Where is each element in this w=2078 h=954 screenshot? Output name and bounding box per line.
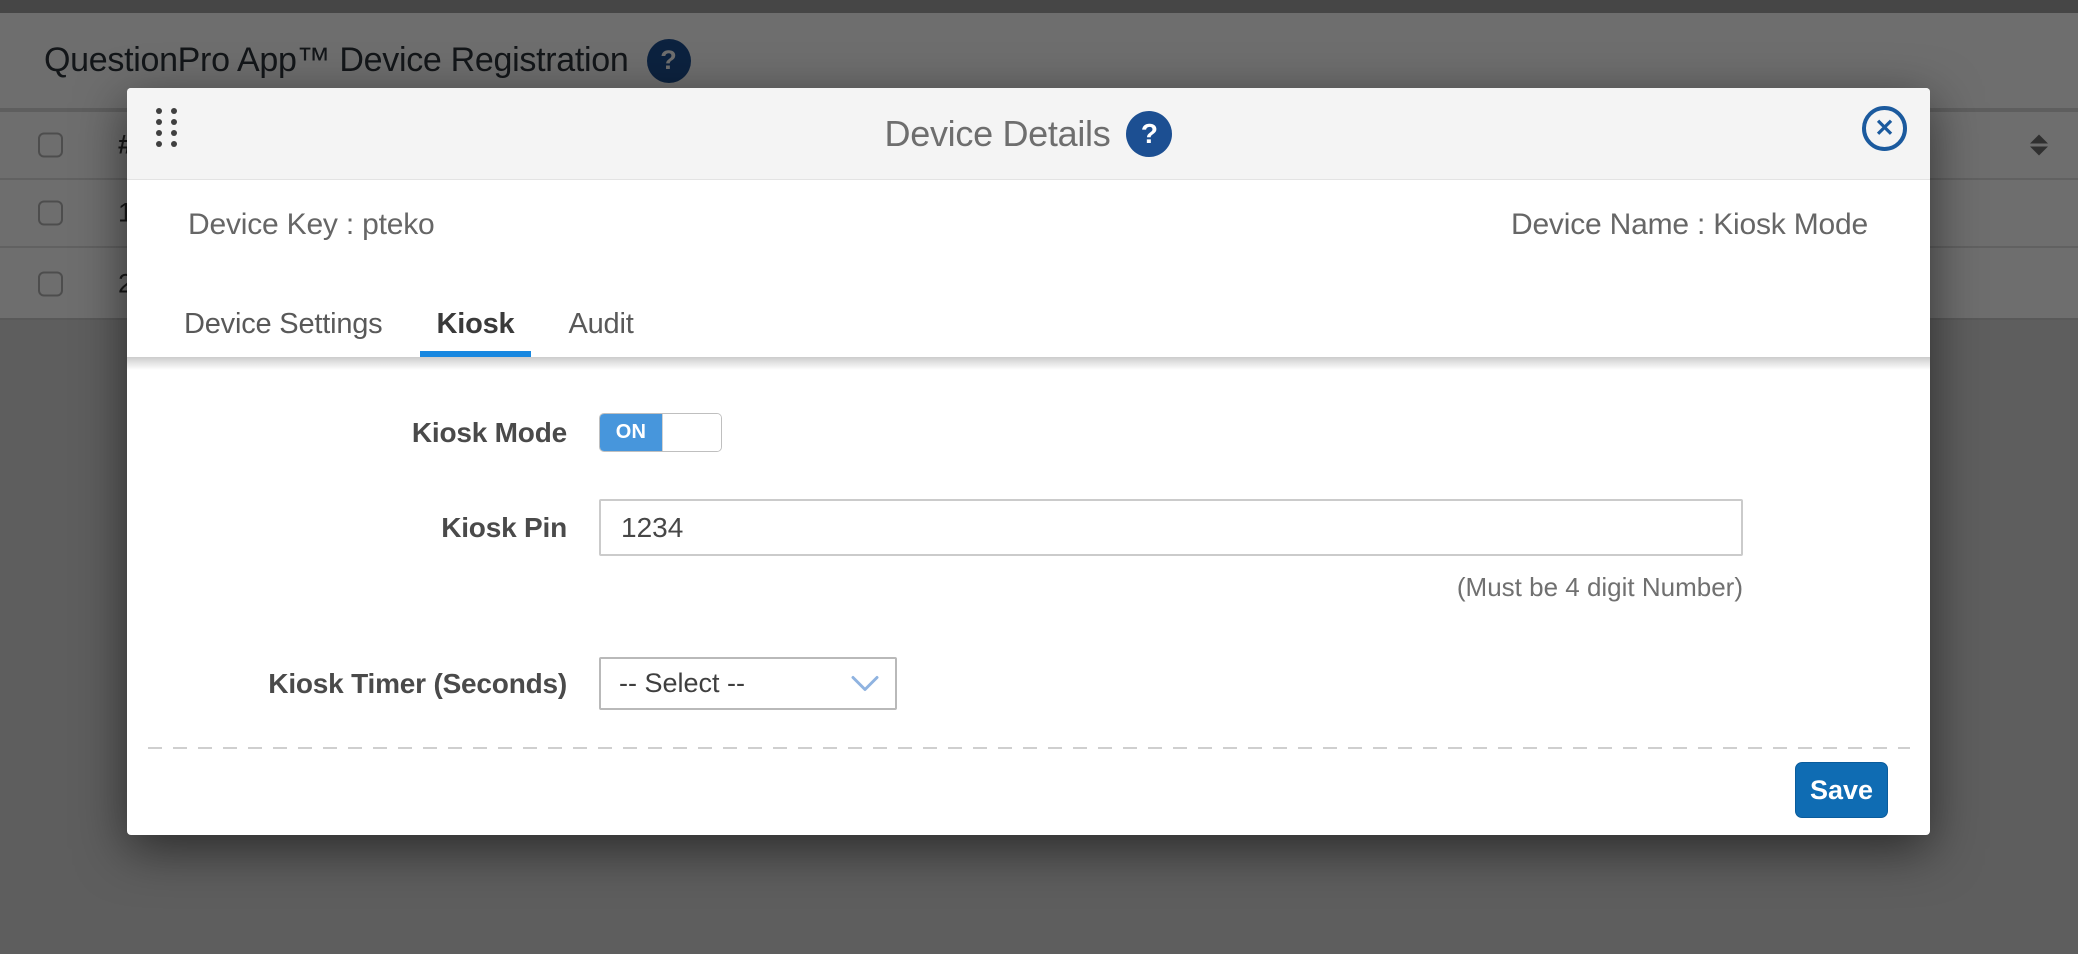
device-details-modal: Device Details ? ✕ Device Key : pteko De… bbox=[127, 88, 1930, 835]
kiosk-timer-value: -- Select -- bbox=[619, 668, 745, 699]
kiosk-pin-label: Kiosk Pin bbox=[127, 499, 567, 556]
kiosk-mode-label: Kiosk Mode bbox=[127, 413, 567, 452]
kiosk-timer-label: Kiosk Timer (Seconds) bbox=[127, 657, 567, 710]
page: QuestionPro App™ Device Registration ? #… bbox=[0, 0, 2078, 954]
tab-kiosk[interactable]: Kiosk bbox=[420, 308, 532, 357]
close-icon[interactable]: ✕ bbox=[1862, 106, 1907, 151]
modal-header: Device Details ? ✕ bbox=[127, 88, 1930, 180]
tab-audit[interactable]: Audit bbox=[551, 308, 650, 357]
kiosk-pin-hint: (Must be 4 digit Number) bbox=[599, 572, 1743, 603]
tabs-shadow bbox=[127, 357, 1930, 370]
device-meta-row: Device Key : pteko Device Name : Kiosk M… bbox=[127, 180, 1930, 270]
modal-help-icon[interactable]: ? bbox=[1126, 111, 1172, 157]
modal-title: Device Details bbox=[885, 113, 1111, 155]
modal-title-wrap: Device Details ? bbox=[127, 88, 1930, 180]
kiosk-mode-toggle[interactable]: ON bbox=[599, 413, 722, 452]
tab-device-settings[interactable]: Device Settings bbox=[167, 308, 400, 357]
footer-divider bbox=[148, 747, 1910, 749]
toggle-knob bbox=[662, 414, 721, 451]
tab-bar: Device Settings Kiosk Audit bbox=[127, 270, 1930, 357]
chevron-down-icon bbox=[851, 675, 879, 692]
device-name-label: Device Name : Kiosk Mode bbox=[1511, 208, 1868, 242]
device-key-label: Device Key : pteko bbox=[188, 208, 435, 242]
kiosk-timer-select[interactable]: -- Select -- bbox=[599, 657, 897, 710]
toggle-on-segment: ON bbox=[600, 414, 662, 451]
kiosk-pin-input[interactable] bbox=[599, 499, 1743, 556]
save-button[interactable]: Save bbox=[1795, 762, 1888, 818]
